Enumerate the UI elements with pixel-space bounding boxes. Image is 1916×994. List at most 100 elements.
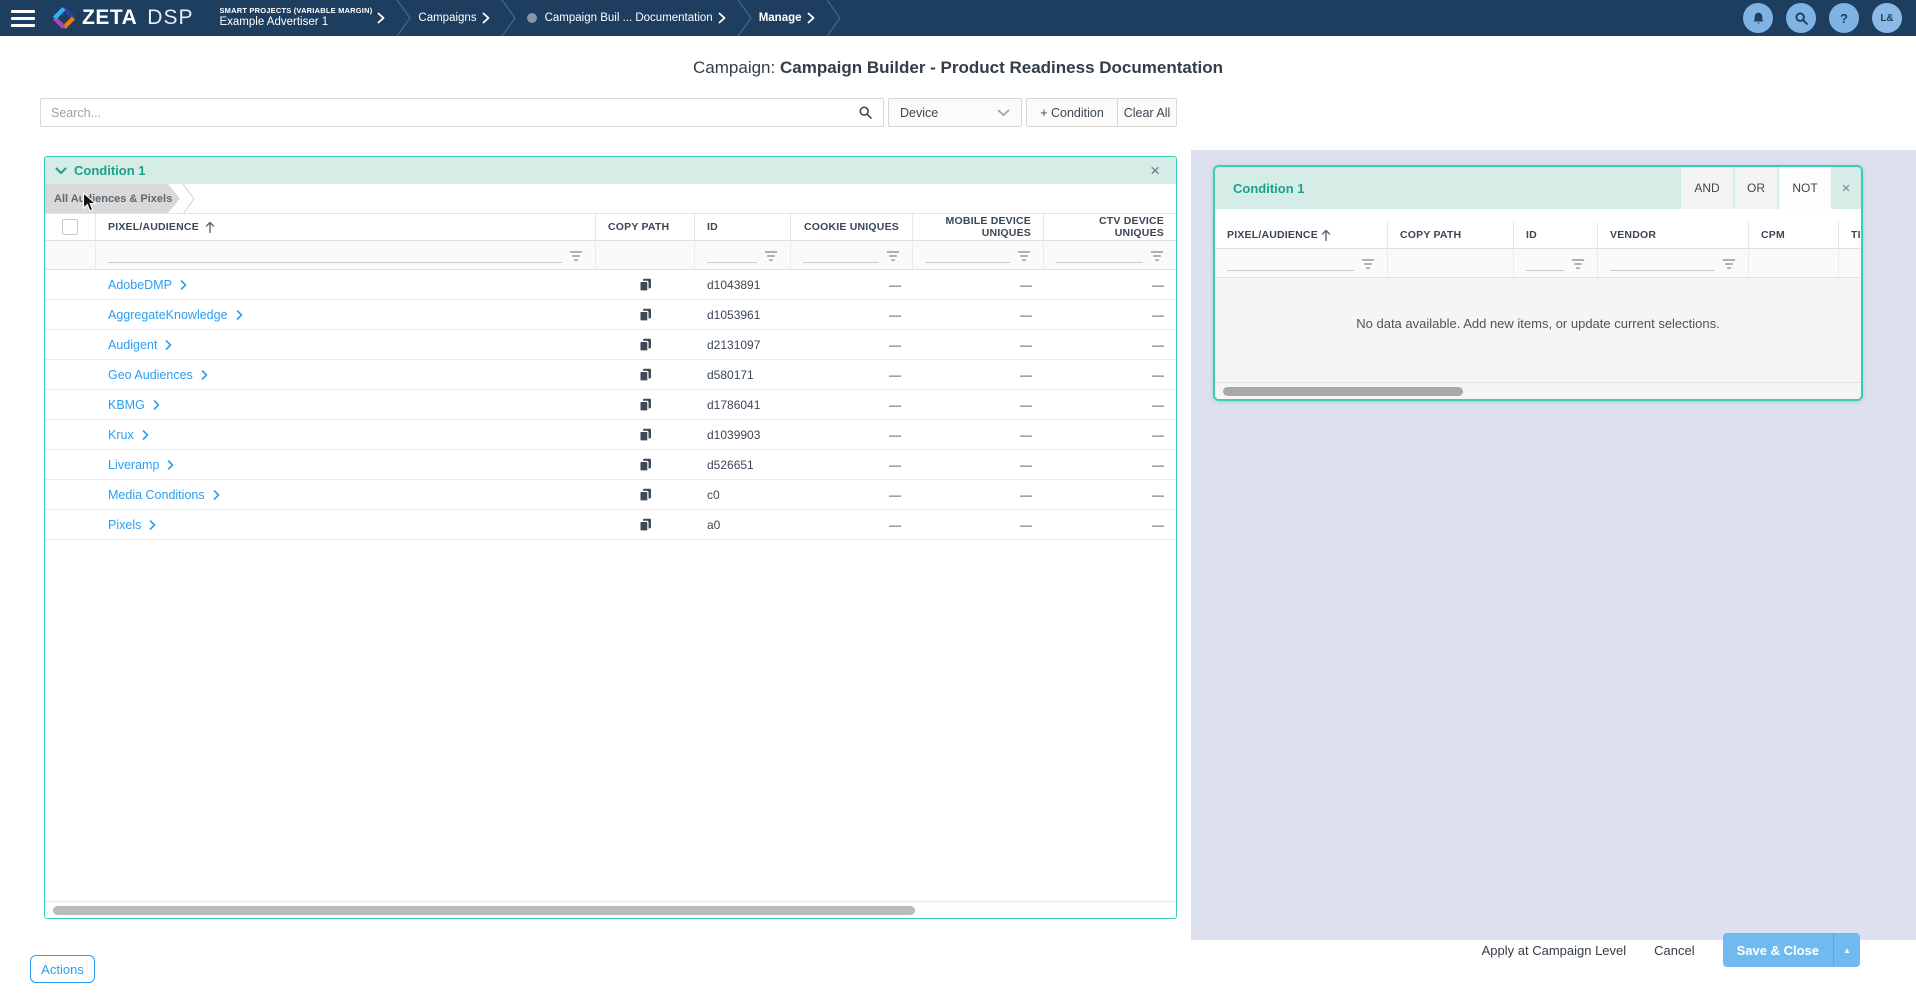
operator-or-button[interactable]: OR — [1735, 167, 1777, 209]
filter-funnel-icon[interactable] — [764, 250, 778, 263]
filter-funnel-icon[interactable] — [1150, 250, 1164, 263]
actions-button[interactable]: Actions — [30, 955, 95, 983]
col-vendor[interactable]: VENDOR — [1598, 222, 1749, 248]
notifications-bell-button[interactable] — [1743, 3, 1773, 33]
audience-filter-row — [45, 241, 1176, 270]
operator-and-button[interactable]: AND — [1681, 167, 1733, 209]
filter-funnel-icon[interactable] — [1017, 250, 1031, 263]
audience-link[interactable]: Pixels — [108, 518, 156, 532]
page-title-prefix: Campaign: — [693, 58, 776, 77]
search-input[interactable] — [51, 105, 858, 120]
breadcrumb-campaigns[interactable]: Campaigns — [418, 12, 476, 24]
zeta-dsp-logo[interactable]: ZETA DSP — [52, 6, 193, 30]
row-select-cell — [45, 330, 96, 359]
ctv-uniques-cell: — — [1152, 397, 1164, 412]
breadcrumb-divider-icon — [825, 0, 842, 36]
copy-path-icon — [639, 308, 651, 322]
copy-path-button[interactable] — [596, 510, 695, 539]
audience-link[interactable]: Geo Audiences — [108, 368, 208, 382]
cancel-link[interactable]: Cancel — [1654, 943, 1694, 958]
copy-path-button[interactable] — [596, 330, 695, 359]
audience-id-cell: a0 — [707, 517, 721, 532]
close-icon[interactable]: × — [1831, 167, 1861, 209]
audience-table-body: AdobeDMP d1043891 — — — AggregateKnowledge d10… — [45, 270, 1176, 540]
filter-mobile-uniques-input[interactable] — [925, 251, 1010, 263]
operator-toggle-group: AND OR NOT × — [1679, 167, 1861, 209]
clear-all-button[interactable]: Clear All — [1117, 98, 1177, 127]
copy-path-button[interactable] — [596, 360, 695, 389]
col-copy-path[interactable]: COPY PATH — [1388, 222, 1514, 248]
copy-path-button[interactable] — [596, 390, 695, 419]
audience-name-cell: Pixels — [96, 510, 596, 539]
hamburger-menu-icon[interactable] — [0, 0, 46, 36]
save-options-caret-button[interactable]: ▲ — [1833, 933, 1860, 967]
chevron-right-icon — [166, 339, 172, 350]
copy-path-button[interactable] — [596, 480, 695, 509]
col-id[interactable]: ID — [695, 214, 791, 240]
user-avatar[interactable]: L& — [1872, 3, 1902, 33]
filter-pixel-audience-input[interactable] — [108, 251, 562, 263]
condition-1-picker-panel: Condition 1 × All Audiences & Pixels PIX… — [44, 156, 1177, 919]
audience-id-cell: d2131097 — [707, 337, 761, 352]
col-id[interactable]: ID — [1514, 222, 1598, 248]
filter-ctv-uniques-input[interactable] — [1056, 251, 1143, 263]
audience-link[interactable]: KBMG — [108, 398, 160, 412]
filter-funnel-icon[interactable] — [1571, 258, 1585, 271]
audience-name-cell: Geo Audiences — [96, 360, 596, 389]
filter-id-input[interactable] — [1526, 259, 1564, 271]
filter-funnel-icon[interactable] — [1722, 258, 1736, 271]
audience-link[interactable]: AdobeDMP — [108, 278, 187, 292]
copy-path-button[interactable] — [596, 450, 695, 479]
filter-id-input[interactable] — [707, 251, 757, 263]
col-cpm[interactable]: CPM — [1749, 222, 1839, 248]
horizontal-scrollbar[interactable] — [45, 901, 1176, 918]
tab-all-audiences-pixels[interactable]: All Audiences & Pixels — [45, 184, 180, 213]
col-cookie-uniques[interactable]: COOKIE UNIQUES — [791, 214, 913, 240]
filter-pixel-audience-input[interactable] — [1227, 259, 1354, 271]
breadcrumb-campaign-name[interactable]: Campaign Buil ... Documentation — [545, 12, 713, 24]
col-copy-path[interactable]: COPY PATH — [596, 214, 695, 240]
audience-link[interactable]: Audigent — [108, 338, 172, 352]
collapse-chevron-icon[interactable] — [55, 167, 67, 175]
save-and-close-button[interactable]: Save & Close — [1722, 933, 1833, 967]
add-condition-button[interactable]: + Condition — [1026, 98, 1117, 127]
question-mark-icon: ? — [1840, 10, 1848, 26]
horizontal-scrollbar[interactable] — [1215, 382, 1861, 399]
audience-table-header: PIXEL/AUDIENCE COPY PATH ID COOKIE UNIQU… — [45, 214, 1176, 241]
audience-link[interactable]: AggregateKnowledge — [108, 308, 243, 322]
search-icon[interactable] — [858, 105, 873, 120]
filter-cookie-uniques-input[interactable] — [803, 251, 879, 263]
scrollbar-thumb[interactable] — [1223, 387, 1463, 396]
col-ctv-device-uniques[interactable]: CTV DEVICE UNIQUES — [1044, 214, 1176, 240]
scrollbar-thumb[interactable] — [53, 906, 915, 915]
mobile-uniques-cell: — — [1020, 457, 1032, 472]
path-tab-row: All Audiences & Pixels — [45, 183, 1176, 214]
audience-link[interactable]: Liveramp — [108, 458, 174, 472]
operator-not-button[interactable]: NOT — [1779, 167, 1831, 209]
copy-path-icon — [639, 458, 651, 472]
copy-path-button[interactable] — [596, 300, 695, 329]
col-tim-truncated[interactable]: TIM — [1839, 222, 1861, 248]
global-search-button[interactable] — [1786, 3, 1816, 33]
close-icon[interactable]: × — [1144, 162, 1166, 179]
device-filter-select[interactable]: Device — [888, 98, 1022, 127]
audience-link[interactable]: Media Conditions — [108, 488, 220, 502]
col-pixel-audience[interactable]: PIXEL/AUDIENCE — [96, 214, 596, 240]
select-all-checkbox[interactable] — [62, 219, 78, 235]
filter-funnel-icon[interactable] — [569, 250, 583, 263]
audience-link[interactable]: Krux — [108, 428, 149, 442]
col-pixel-audience[interactable]: PIXEL/AUDIENCE — [1215, 222, 1388, 248]
filter-funnel-icon[interactable] — [1361, 258, 1375, 271]
condition-1-result-panel: Condition 1 AND OR NOT × PIXEL/AUDIENCE … — [1213, 165, 1863, 401]
apply-at-campaign-level-link[interactable]: Apply at Campaign Level — [1482, 943, 1627, 958]
copy-path-button[interactable] — [596, 420, 695, 449]
col-mobile-device-uniques[interactable]: MOBILE DEVICE UNIQUES — [913, 214, 1044, 240]
copy-path-button[interactable] — [596, 270, 695, 299]
help-button[interactable]: ? — [1829, 3, 1859, 33]
breadcrumb-advertiser[interactable]: SMART PROJECTS (VARIABLE MARGIN) Example… — [219, 6, 372, 29]
filter-vendor-input[interactable] — [1610, 259, 1715, 271]
filter-funnel-icon[interactable] — [886, 250, 900, 263]
audience-row-5: Krux d1039903 — — — — [45, 420, 1176, 450]
breadcrumb-manage[interactable]: Manage — [759, 12, 802, 24]
top-navigation-bar: ZETA DSP SMART PROJECTS (VARIABLE MARGIN… — [0, 0, 1916, 36]
